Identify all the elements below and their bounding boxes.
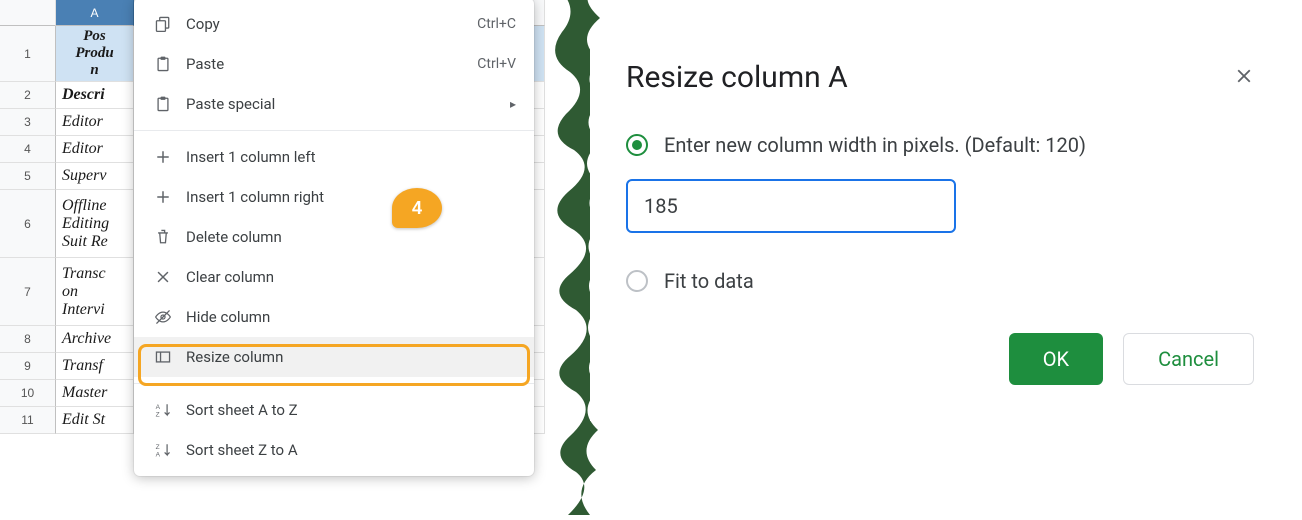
radio-icon bbox=[626, 134, 648, 156]
menu-label: Copy bbox=[176, 15, 477, 33]
plus-icon bbox=[150, 188, 176, 206]
menu-label: Sort sheet Z to A bbox=[176, 441, 516, 459]
menu-label: Clear column bbox=[176, 268, 516, 286]
svg-text:Z: Z bbox=[156, 444, 160, 451]
cell[interactable]: Master bbox=[56, 380, 134, 407]
paste-icon bbox=[150, 55, 176, 73]
option-label: Enter new column width in pixels. (Defau… bbox=[664, 133, 1086, 157]
select-all-corner[interactable] bbox=[0, 0, 56, 26]
option-fit-to-data[interactable]: Fit to data bbox=[626, 269, 1254, 293]
menu-label: Delete column bbox=[176, 228, 516, 246]
menu-item-resize-column[interactable]: Resize column bbox=[134, 337, 534, 377]
radio-icon bbox=[626, 270, 648, 292]
menu-item-insert-1-column-left[interactable]: Insert 1 column left bbox=[134, 137, 534, 177]
menu-item-delete-column[interactable]: Delete column bbox=[134, 217, 534, 257]
menu-label: Paste special bbox=[176, 95, 490, 113]
menu-separator bbox=[134, 130, 534, 131]
row-header[interactable]: 4 bbox=[0, 136, 56, 163]
menu-label: Sort sheet A to Z bbox=[176, 401, 516, 419]
svg-text:A: A bbox=[156, 404, 161, 411]
menu-shortcut: Ctrl+V bbox=[477, 56, 516, 72]
column-context-menu: CopyCtrl+CPasteCtrl+VPaste special▸Inser… bbox=[134, 0, 534, 476]
za-icon: ZA bbox=[150, 441, 176, 459]
cell[interactable]: Superv bbox=[56, 163, 134, 190]
step-number: 4 bbox=[412, 198, 422, 219]
menu-item-paste[interactable]: PasteCtrl+V bbox=[134, 44, 534, 84]
plus-icon bbox=[150, 148, 176, 166]
row-header[interactable]: 5 bbox=[0, 163, 56, 190]
x-icon bbox=[150, 268, 176, 286]
row-header[interactable]: 3 bbox=[0, 109, 56, 136]
menu-item-sort-sheet-z-to-a[interactable]: ZASort sheet Z to A bbox=[134, 430, 534, 470]
cell[interactable]: Transc on Intervi bbox=[56, 258, 134, 326]
cancel-button[interactable]: Cancel bbox=[1123, 333, 1254, 385]
dialog-actions: OK Cancel bbox=[626, 333, 1254, 385]
row-header[interactable]: 7 bbox=[0, 258, 56, 326]
menu-label: Insert 1 column left bbox=[176, 148, 516, 166]
svg-text:Z: Z bbox=[156, 412, 160, 419]
menu-item-insert-1-column-right[interactable]: Insert 1 column right bbox=[134, 177, 534, 217]
step-callout: 4 bbox=[392, 188, 442, 228]
cell[interactable]: Editor bbox=[56, 109, 134, 136]
menu-item-clear-column[interactable]: Clear column bbox=[134, 257, 534, 297]
row-header[interactable]: 6 bbox=[0, 190, 56, 258]
cell[interactable]: Editor bbox=[56, 136, 134, 163]
row-header[interactable]: 2 bbox=[0, 82, 56, 109]
row-header[interactable]: 9 bbox=[0, 353, 56, 380]
cell[interactable]: Pos Produ n bbox=[56, 26, 134, 82]
row-header[interactable]: 8 bbox=[0, 326, 56, 353]
close-button[interactable] bbox=[1228, 60, 1260, 92]
option-enter-width[interactable]: Enter new column width in pixels. (Defau… bbox=[626, 133, 1254, 157]
menu-shortcut: Ctrl+C bbox=[477, 16, 516, 32]
cell[interactable]: Descri bbox=[56, 82, 134, 109]
eyeoff-icon bbox=[150, 308, 176, 326]
option-label: Fit to data bbox=[664, 269, 754, 293]
menu-separator bbox=[134, 383, 534, 384]
column-width-input[interactable] bbox=[626, 179, 956, 233]
ok-button[interactable]: OK bbox=[1009, 333, 1103, 385]
column-header-a[interactable]: A bbox=[56, 0, 134, 26]
menu-item-paste-special[interactable]: Paste special▸ bbox=[134, 84, 534, 124]
cell[interactable]: Transf bbox=[56, 353, 134, 380]
cell[interactable]: Archive bbox=[56, 326, 134, 353]
row-header[interactable]: 11 bbox=[0, 407, 56, 434]
paste-icon bbox=[150, 95, 176, 113]
cell[interactable]: Edit St bbox=[56, 407, 134, 434]
resize-icon bbox=[150, 348, 176, 366]
trash-icon bbox=[150, 228, 176, 246]
copy-icon bbox=[150, 15, 176, 33]
menu-label: Paste bbox=[176, 55, 477, 73]
menu-item-sort-sheet-a-to-z[interactable]: AZSort sheet A to Z bbox=[134, 390, 534, 430]
dialog-title: Resize column A bbox=[626, 60, 1254, 95]
row-header[interactable]: 10 bbox=[0, 380, 56, 407]
menu-item-hide-column[interactable]: Hide column bbox=[134, 297, 534, 337]
menu-item-copy[interactable]: CopyCtrl+C bbox=[134, 4, 534, 44]
az-icon: AZ bbox=[150, 401, 176, 419]
chevron-right-icon: ▸ bbox=[490, 97, 516, 111]
menu-label: Resize column bbox=[176, 348, 516, 366]
menu-label: Insert 1 column right bbox=[176, 188, 516, 206]
svg-text:A: A bbox=[156, 452, 161, 459]
resize-column-dialog: Resize column A Enter new column width i… bbox=[590, 30, 1290, 421]
row-header[interactable]: 1 bbox=[0, 26, 56, 82]
menu-label: Hide column bbox=[176, 308, 516, 326]
cell[interactable]: Offline Editing Suit Re bbox=[56, 190, 134, 258]
